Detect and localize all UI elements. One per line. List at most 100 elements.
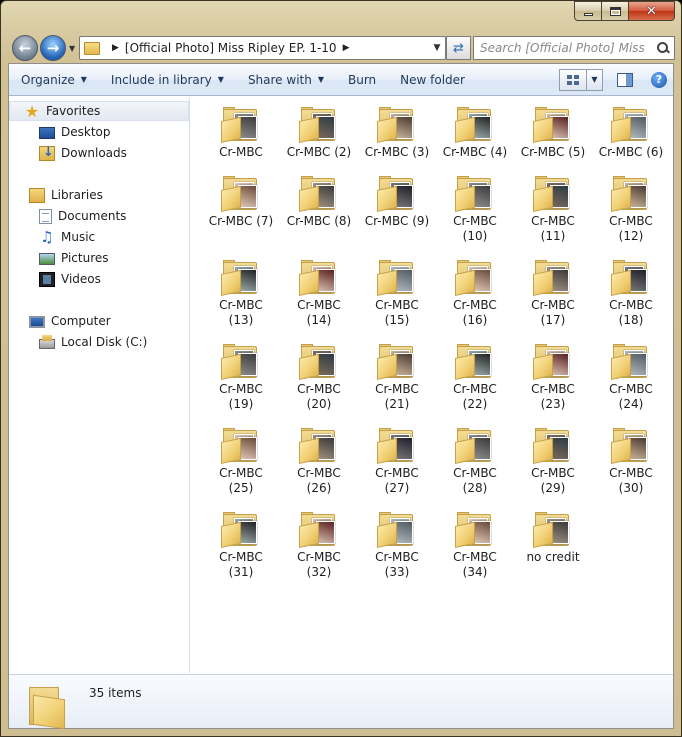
star-icon: ★ bbox=[24, 101, 40, 121]
folder-item[interactable]: Cr-MBC (2) bbox=[281, 107, 357, 160]
item-count: 35 items bbox=[89, 686, 142, 700]
folder-item[interactable]: Cr-MBC (12) bbox=[593, 176, 669, 244]
close-button[interactable]: ✕ bbox=[629, 1, 675, 21]
folder-item[interactable]: Cr-MBC (19) bbox=[203, 344, 279, 412]
search-box[interactable] bbox=[473, 36, 675, 60]
nav-videos[interactable]: Videos bbox=[9, 269, 189, 289]
nav-music[interactable]: ♫ Music bbox=[9, 227, 189, 247]
folder-label: Cr-MBC (25) bbox=[219, 466, 263, 495]
address-history-dropdown[interactable]: ▼ bbox=[429, 43, 445, 53]
folder-label: Cr-MBC (20) bbox=[297, 382, 341, 411]
folder-icon bbox=[455, 260, 495, 296]
nav-libraries[interactable]: Libraries bbox=[9, 185, 189, 205]
nav-documents[interactable]: Documents bbox=[9, 206, 189, 226]
breadcrumb-current[interactable]: [Official Photo] Miss Ripley EP. 1-10 bbox=[125, 41, 337, 55]
nav-desktop[interactable]: Desktop bbox=[9, 122, 189, 142]
folder-item[interactable]: Cr-MBC (33) bbox=[359, 512, 435, 580]
folder-item[interactable]: Cr-MBC (27) bbox=[359, 428, 435, 496]
include-in-library-menu[interactable]: Include in library ▼ bbox=[99, 64, 236, 95]
folder-icon bbox=[533, 176, 573, 212]
include-in-library-label: Include in library bbox=[110, 72, 212, 87]
burn-button[interactable]: Burn bbox=[336, 64, 388, 95]
nav-computer[interactable]: Computer bbox=[9, 311, 189, 331]
folder-item[interactable]: Cr-MBC (24) bbox=[593, 344, 669, 412]
nav-downloads[interactable]: Downloads bbox=[9, 143, 189, 163]
folder-icon bbox=[221, 176, 261, 212]
refresh-button[interactable]: ⇄ bbox=[446, 36, 471, 60]
folder-item[interactable]: Cr-MBC (26) bbox=[281, 428, 357, 496]
folder-label: Cr-MBC (28) bbox=[453, 466, 497, 495]
details-pane: 35 items bbox=[9, 674, 673, 730]
share-with-menu[interactable]: Share with ▼ bbox=[236, 64, 336, 95]
address-bar[interactable]: ▶ [Official Photo] Miss Ripley EP. 1-10 … bbox=[79, 36, 446, 60]
nav-local-disk[interactable]: Local Disk (C:) bbox=[9, 332, 189, 352]
folder-label: Cr-MBC (15) bbox=[375, 298, 419, 327]
film-icon bbox=[39, 271, 55, 287]
folder-icon bbox=[455, 107, 495, 143]
folder-icon bbox=[377, 107, 417, 143]
folder-item[interactable]: Cr-MBC (13) bbox=[203, 260, 279, 328]
folder-item[interactable]: Cr-MBC (7) bbox=[203, 176, 279, 229]
folder-label: Cr-MBC (12) bbox=[609, 214, 653, 243]
recent-pages-dropdown[interactable]: ▼ bbox=[69, 44, 75, 53]
folder-label: Cr-MBC (32) bbox=[297, 550, 341, 579]
folder-icon bbox=[533, 260, 573, 296]
folder-item[interactable]: Cr-MBC (9) bbox=[359, 176, 435, 229]
back-button[interactable]: ← bbox=[12, 35, 38, 61]
nav-music-label: Music bbox=[61, 230, 96, 244]
folder-item[interactable]: Cr-MBC (8) bbox=[281, 176, 357, 229]
search-icon[interactable] bbox=[657, 42, 669, 54]
new-folder-button[interactable]: New folder bbox=[388, 64, 477, 95]
folder-item[interactable]: Cr-MBC (11) bbox=[515, 176, 591, 244]
folder-item[interactable]: Cr-MBC (10) bbox=[437, 176, 513, 244]
nav-favorites[interactable]: ★ Favorites bbox=[9, 101, 189, 121]
preview-pane-icon[interactable] bbox=[617, 72, 633, 87]
new-folder-label: New folder bbox=[400, 72, 465, 87]
search-input[interactable] bbox=[480, 41, 648, 55]
folder-item[interactable]: Cr-MBC (15) bbox=[359, 260, 435, 328]
folder-item[interactable]: Cr-MBC (28) bbox=[437, 428, 513, 496]
folder-item[interactable]: Cr-MBC (22) bbox=[437, 344, 513, 412]
explorer-window: ✕ ← → ▼ ▶ [Official Photo] Miss Ripley E… bbox=[0, 0, 682, 737]
organize-menu[interactable]: Organize ▼ bbox=[9, 64, 99, 95]
folder-item[interactable]: Cr-MBC (31) bbox=[203, 512, 279, 580]
folder-item[interactable]: Cr-MBC (34) bbox=[437, 512, 513, 580]
folder-label: Cr-MBC (4) bbox=[442, 145, 508, 159]
folder-icon bbox=[455, 512, 495, 548]
breadcrumb-chevron-icon[interactable]: ▶ bbox=[112, 43, 119, 53]
minimize-icon bbox=[583, 12, 593, 16]
folder-label: Cr-MBC (22) bbox=[453, 382, 497, 411]
folder-item[interactable]: Cr-MBC (14) bbox=[281, 260, 357, 328]
nav-documents-label: Documents bbox=[58, 209, 127, 223]
folder-item[interactable]: Cr-MBC bbox=[203, 107, 279, 160]
nav-pictures[interactable]: Pictures bbox=[9, 248, 189, 268]
minimize-button[interactable] bbox=[574, 1, 602, 21]
folder-item[interactable]: Cr-MBC (32) bbox=[281, 512, 357, 580]
folder-item[interactable]: Cr-MBC (23) bbox=[515, 344, 591, 412]
change-view-button[interactable] bbox=[559, 68, 587, 91]
folder-icon bbox=[377, 344, 417, 380]
folder-label: Cr-MBC (8) bbox=[286, 214, 352, 228]
folder-item[interactable]: Cr-MBC (4) bbox=[437, 107, 513, 160]
maximize-button[interactable] bbox=[602, 1, 629, 21]
folder-item[interactable]: Cr-MBC (20) bbox=[281, 344, 357, 412]
folder-label: Cr-MBC (21) bbox=[375, 382, 419, 411]
folder-item[interactable]: Cr-MBC (3) bbox=[359, 107, 435, 160]
folder-item[interactable]: Cr-MBC (6) bbox=[593, 107, 669, 160]
help-icon[interactable]: ? bbox=[651, 71, 667, 88]
folder-item[interactable]: Cr-MBC (30) bbox=[593, 428, 669, 496]
folder-item[interactable]: Cr-MBC (29) bbox=[515, 428, 591, 496]
folder-icon bbox=[299, 176, 339, 212]
view-options-dropdown[interactable]: ▼ bbox=[587, 68, 603, 91]
breadcrumb-chevron-icon[interactable]: ▶ bbox=[343, 43, 350, 53]
folder-item[interactable]: Cr-MBC (5) bbox=[515, 107, 591, 160]
forward-button[interactable]: → bbox=[40, 35, 66, 61]
folder-item[interactable]: Cr-MBC (17) bbox=[515, 260, 591, 328]
downloads-icon bbox=[39, 145, 55, 161]
folder-item[interactable]: Cr-MBC (18) bbox=[593, 260, 669, 328]
folder-item[interactable]: Cr-MBC (16) bbox=[437, 260, 513, 328]
folder-item[interactable]: no credit bbox=[515, 512, 591, 565]
folder-icon bbox=[455, 428, 495, 464]
folder-item[interactable]: Cr-MBC (21) bbox=[359, 344, 435, 412]
folder-item[interactable]: Cr-MBC (25) bbox=[203, 428, 279, 496]
